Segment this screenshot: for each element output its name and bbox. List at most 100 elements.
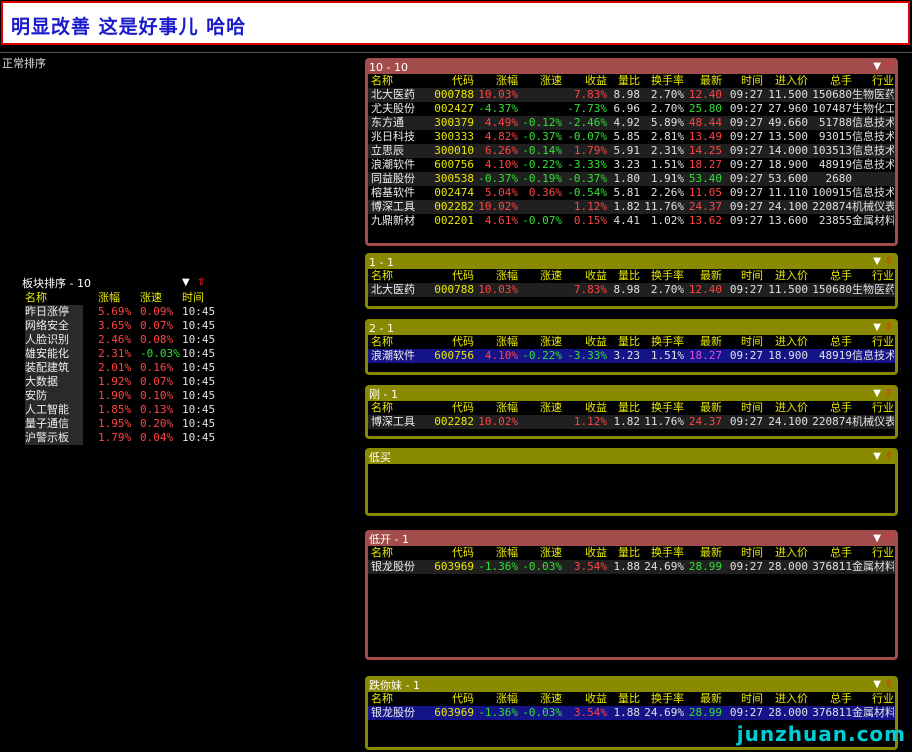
col-header-entry[interactable]: 进入价	[763, 546, 808, 560]
table-row[interactable]: 银龙股份 603969 -1.36% -0.03% 3.54% 1.88 24.69% 28.…	[368, 706, 895, 720]
col-header-chg[interactable]: 涨幅	[474, 335, 518, 349]
col-header-code[interactable]: 代码	[432, 546, 474, 560]
red-up-arrow-icon[interactable]: ⇧	[885, 388, 893, 401]
col-chg[interactable]: 涨幅	[98, 291, 120, 305]
sector-row[interactable]: 沪警示板 1.79% 0.04% 10:45	[22, 431, 215, 445]
sector-row[interactable]: 装配建筑 2.01% 0.16% 10:45	[22, 361, 215, 375]
col-header-ret[interactable]: 收益	[561, 546, 607, 560]
sector-row[interactable]: 人脸识别 2.46% 0.08% 10:45	[22, 333, 215, 347]
menu-triangle-icon[interactable]: ▼	[873, 679, 881, 692]
table-row[interactable]: 九鼎新材 002201 4.61% -0.07% 0.15% 4.41 1.02% 13.62…	[368, 214, 895, 228]
col-header-code[interactable]: 代码	[432, 269, 474, 283]
col-header-code[interactable]: 代码	[432, 74, 474, 88]
col-header-speed[interactable]: 涨速	[516, 546, 562, 560]
col-header-ret[interactable]: 收益	[561, 269, 607, 283]
col-header-code[interactable]: 代码	[432, 692, 474, 706]
col-header-ret[interactable]: 收益	[561, 335, 607, 349]
col-header-total[interactable]: 总手	[808, 692, 852, 706]
col-header-chg[interactable]: 涨幅	[474, 401, 518, 415]
col-header-time[interactable]: 时间	[725, 335, 763, 349]
red-up-arrow-icon[interactable]: ⇧	[197, 277, 205, 290]
sector-row[interactable]: 雄安能化 2.31% -0.03% 10:45	[22, 347, 215, 361]
table-row[interactable]: 同益股份 300538 -0.37% -0.19% -0.37% 1.80 1.91% 53.…	[368, 172, 895, 186]
table-row[interactable]: 博深工具 002282 10.02% 1.12% 1.82 11.76% 24.37 09:2…	[368, 415, 895, 429]
sector-row[interactable]: 网络安全 3.65% 0.07% 10:45	[22, 319, 215, 333]
col-header-chg[interactable]: 涨幅	[474, 546, 518, 560]
col-header-tr[interactable]: 换手率	[638, 269, 684, 283]
col-header-industry[interactable]: 行业	[852, 74, 894, 88]
col-header-last[interactable]: 最新	[684, 269, 722, 283]
col-header-name[interactable]: 名称	[371, 692, 431, 706]
col-header-last[interactable]: 最新	[684, 335, 722, 349]
col-header-vr[interactable]: 量比	[608, 401, 640, 415]
col-time[interactable]: 时间	[182, 291, 204, 305]
col-header-code[interactable]: 代码	[432, 335, 474, 349]
menu-triangle-icon[interactable]: ▼	[873, 533, 881, 546]
col-header-name[interactable]: 名称	[371, 335, 431, 349]
col-header-time[interactable]: 时间	[725, 546, 763, 560]
col-header-vr[interactable]: 量比	[608, 546, 640, 560]
col-header-tr[interactable]: 换手率	[638, 335, 684, 349]
col-speed[interactable]: 涨速	[140, 291, 162, 305]
col-header-chg[interactable]: 涨幅	[474, 269, 518, 283]
menu-triangle-icon[interactable]: ▼	[873, 451, 881, 464]
table-row[interactable]: 东方通 300379 4.49% -0.12% -2.46% 4.92 5.89% 48.44…	[368, 116, 895, 130]
col-header-time[interactable]: 时间	[725, 692, 763, 706]
table-row[interactable]: 银龙股份 603969 -1.36% -0.03% 3.54% 1.88 24.69% 28.…	[368, 560, 895, 574]
col-header-speed[interactable]: 涨速	[516, 269, 562, 283]
col-header-industry[interactable]: 行业	[852, 692, 894, 706]
col-header-tr[interactable]: 换手率	[638, 401, 684, 415]
red-up-arrow-icon[interactable]: ⇧	[885, 322, 893, 335]
col-header-vr[interactable]: 量比	[608, 269, 640, 283]
sector-row[interactable]: 人工智能 1.85% 0.13% 10:45	[22, 403, 215, 417]
red-up-arrow-icon[interactable]: ⇧	[885, 61, 893, 74]
col-header-speed[interactable]: 涨速	[516, 401, 562, 415]
col-header-name[interactable]: 名称	[371, 546, 431, 560]
col-header-entry[interactable]: 进入价	[763, 335, 808, 349]
col-header-speed[interactable]: 涨速	[516, 74, 562, 88]
sector-row[interactable]: 昨日涨停 5.69% 0.09% 10:45	[22, 305, 215, 319]
col-header-entry[interactable]: 进入价	[763, 401, 808, 415]
col-header-industry[interactable]: 行业	[852, 546, 894, 560]
col-header-chg[interactable]: 涨幅	[474, 74, 518, 88]
table-row[interactable]: 浪潮软件 600756 4.10% -0.22% -3.33% 3.23 1.51% 18.2…	[368, 158, 895, 172]
col-header-ret[interactable]: 收益	[561, 692, 607, 706]
red-up-arrow-icon[interactable]: ⇧	[885, 679, 893, 692]
col-header-industry[interactable]: 行业	[852, 401, 894, 415]
table-row[interactable]: 浪潮软件 600756 4.10% -0.22% -3.33% 3.23 1.51% 18.2…	[368, 349, 895, 363]
red-up-arrow-icon[interactable]: ⇧	[885, 451, 893, 464]
col-header-total[interactable]: 总手	[808, 546, 852, 560]
col-header-name[interactable]: 名称	[371, 74, 431, 88]
col-header-code[interactable]: 代码	[432, 401, 474, 415]
menu-triangle-icon[interactable]: ▼	[873, 322, 881, 335]
menu-triangle-icon[interactable]: ▼	[873, 256, 881, 269]
sector-row[interactable]: 量子通信 1.95% 0.20% 10:45	[22, 417, 215, 431]
col-header-time[interactable]: 时间	[725, 74, 763, 88]
col-header-tr[interactable]: 换手率	[638, 546, 684, 560]
col-header-ret[interactable]: 收益	[561, 74, 607, 88]
col-header-last[interactable]: 最新	[684, 74, 722, 88]
sector-row[interactable]: 安防 1.90% 0.10% 10:45	[22, 389, 215, 403]
table-row[interactable]: 兆日科技 300333 4.82% -0.37% -0.07% 5.85 2.81% 13.4…	[368, 130, 895, 144]
col-header-ret[interactable]: 收益	[561, 401, 607, 415]
col-header-industry[interactable]: 行业	[852, 269, 894, 283]
menu-triangle-icon[interactable]: ▼	[873, 388, 881, 401]
col-header-speed[interactable]: 涨速	[516, 692, 562, 706]
col-header-last[interactable]: 最新	[684, 692, 722, 706]
col-header-total[interactable]: 总手	[808, 401, 852, 415]
col-header-entry[interactable]: 进入价	[763, 692, 808, 706]
table-row[interactable]: 北大医药 000788 10.03% 7.83% 8.98 2.70% 12.40 09:27…	[368, 283, 895, 297]
col-header-name[interactable]: 名称	[371, 269, 431, 283]
sector-row[interactable]: 大数据 1.92% 0.07% 10:45	[22, 375, 215, 389]
col-header-name[interactable]: 名称	[371, 401, 431, 415]
col-header-industry[interactable]: 行业	[852, 335, 894, 349]
red-up-arrow-icon[interactable]: ⇧	[885, 256, 893, 269]
table-row[interactable]: 博深工具 002282 10.02% 1.12% 1.82 11.76% 24.37 09:2…	[368, 200, 895, 214]
col-header-vr[interactable]: 量比	[608, 335, 640, 349]
col-header-chg[interactable]: 涨幅	[474, 692, 518, 706]
col-header-total[interactable]: 总手	[808, 335, 852, 349]
table-row[interactable]: 尤夫股份 002427 -4.37% -7.73% 6.96 2.70% 25.80 09:2…	[368, 102, 895, 116]
col-header-total[interactable]: 总手	[808, 269, 852, 283]
table-row[interactable]: 立思辰 300010 6.26% -0.14% 1.79% 5.91 2.31% 14.25 0…	[368, 144, 895, 158]
table-row[interactable]: 榕基软件 002474 5.04% 0.36% -0.54% 5.81 2.26% 11.05…	[368, 186, 895, 200]
